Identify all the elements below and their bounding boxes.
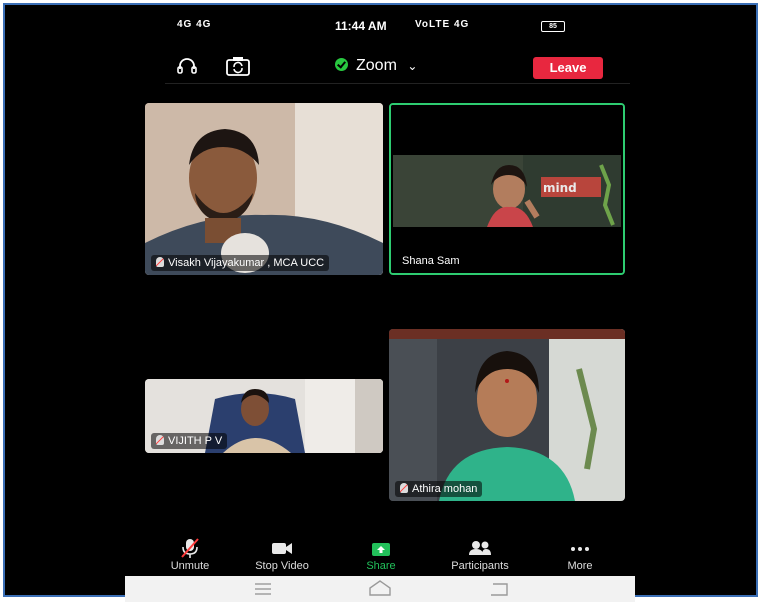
video-tile-vijith[interactable]: VIJITH P V bbox=[145, 379, 383, 453]
meeting-controls-bar: Unmute Stop Video Share Participants Mor… bbox=[160, 537, 610, 575]
svg-text:mind: mind bbox=[543, 181, 577, 195]
participant-video bbox=[389, 329, 625, 501]
participants-button[interactable]: Participants bbox=[440, 537, 520, 572]
switch-camera-icon[interactable] bbox=[225, 55, 251, 82]
system-navigation-bar bbox=[125, 576, 635, 602]
unmute-button[interactable]: Unmute bbox=[150, 537, 230, 572]
battery-icon: 85 bbox=[541, 21, 565, 32]
chevron-down-icon: ⌄ bbox=[407, 59, 418, 73]
status-time: 11:44 AM bbox=[335, 19, 387, 33]
meeting-top-bar: Zoom ⌄ Leave bbox=[165, 53, 630, 84]
stop-video-button[interactable]: Stop Video bbox=[242, 537, 322, 572]
participant-name-tag: VIJITH P V bbox=[151, 433, 228, 449]
more-button[interactable]: More bbox=[540, 537, 620, 572]
mic-muted-icon bbox=[156, 435, 164, 445]
home-icon[interactable] bbox=[369, 580, 391, 596]
headphones-icon[interactable] bbox=[175, 55, 199, 82]
participant-name-tag: Athira mohan bbox=[395, 481, 483, 497]
share-button[interactable]: Share bbox=[341, 537, 421, 572]
phone-screen: 4G 4G 11:44 AM VoLTE 4G 85 Zoom ⌄ Leave bbox=[3, 3, 758, 602]
share-arrow-icon bbox=[372, 543, 390, 556]
status-bar: 4G 4G 11:44 AM VoLTE 4G 85 bbox=[165, 17, 605, 37]
video-tile-athira[interactable]: Athira mohan bbox=[389, 329, 625, 501]
video-tile-visakh[interactable]: Visakh Vijayakumar , MCA UCC bbox=[145, 103, 383, 275]
participant-name-tag: Visakh Vijayakumar , MCA UCC bbox=[151, 255, 330, 271]
network-icons: VoLTE 4G bbox=[415, 19, 470, 30]
signal-icons: 4G 4G bbox=[177, 19, 212, 30]
back-icon[interactable] bbox=[491, 583, 508, 596]
leave-button[interactable]: Leave bbox=[533, 57, 603, 79]
participant-video: mind bbox=[391, 105, 623, 273]
participant-video bbox=[145, 103, 383, 275]
participant-name-tag: Shana Sam bbox=[402, 255, 460, 267]
mic-muted-icon bbox=[181, 538, 199, 558]
video-tile-shana[interactable]: mind Shana Sam bbox=[389, 103, 625, 275]
recents-menu-icon[interactable] bbox=[255, 583, 271, 595]
meeting-title-dropdown[interactable]: Zoom ⌄ bbox=[335, 57, 417, 75]
participants-icon bbox=[469, 541, 491, 555]
video-camera-icon bbox=[272, 543, 292, 554]
mic-muted-icon bbox=[400, 483, 408, 493]
encryption-shield-icon bbox=[335, 58, 348, 71]
mic-muted-icon bbox=[156, 257, 164, 267]
more-dots-icon bbox=[571, 547, 589, 551]
